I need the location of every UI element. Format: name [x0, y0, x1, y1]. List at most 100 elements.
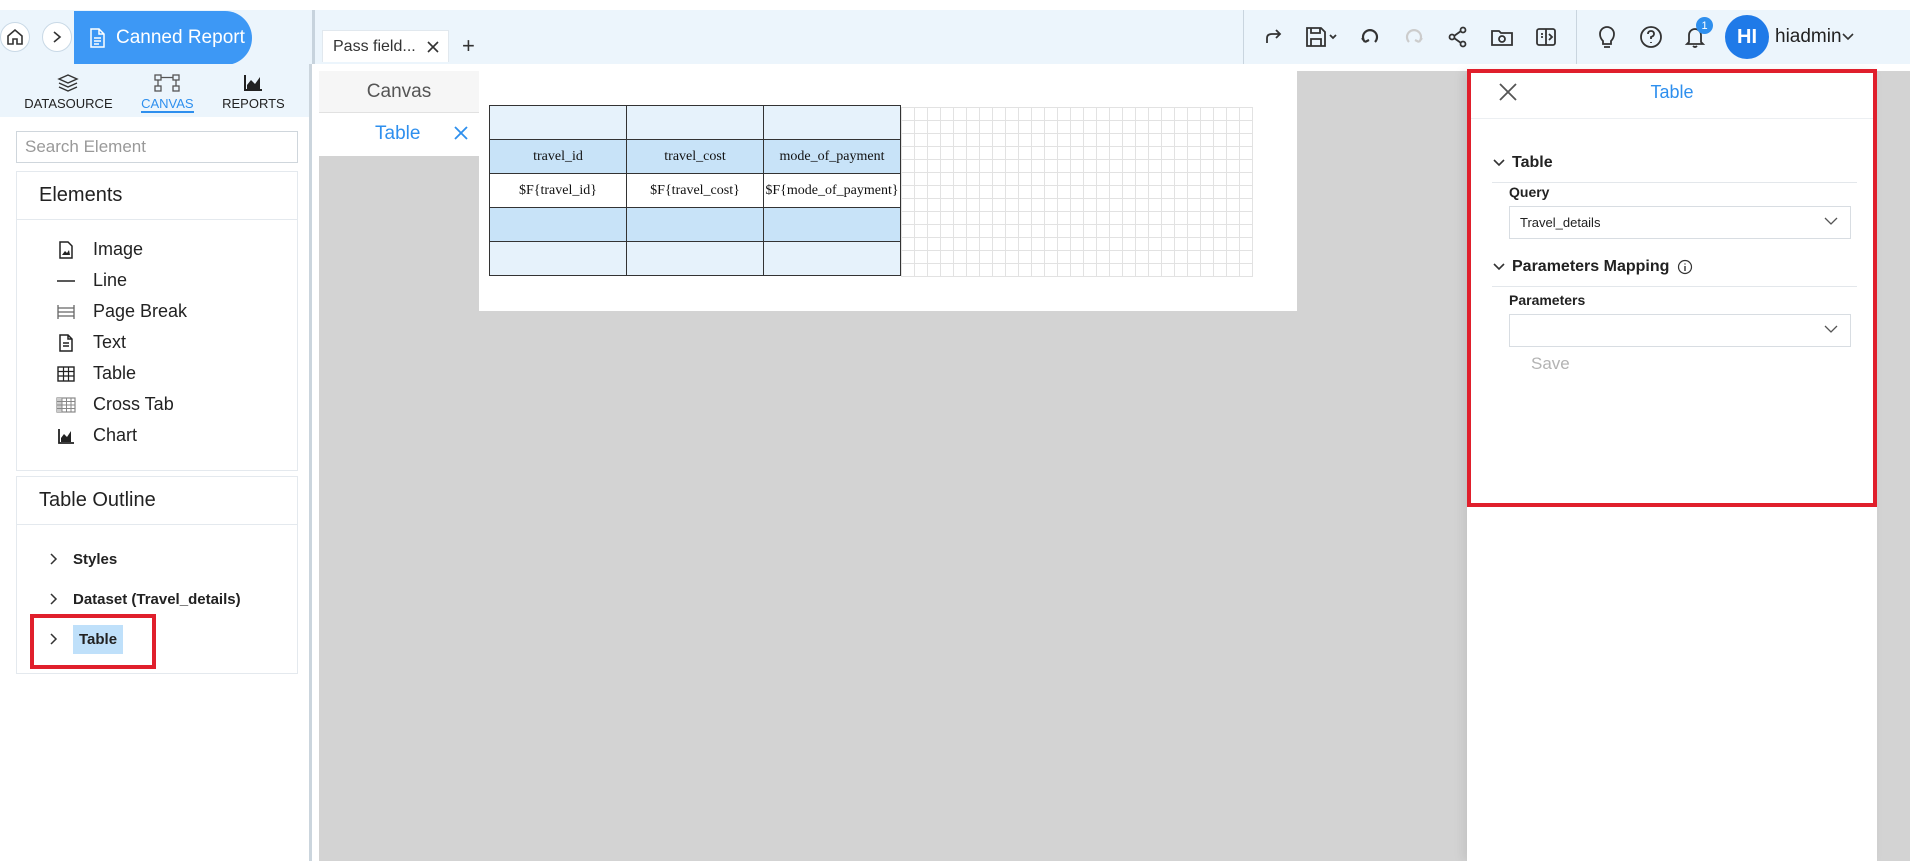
properties-highlight-box [1467, 69, 1877, 507]
field-cell[interactable]: $F{travel_id} [489, 173, 627, 208]
element-label: Cross Tab [93, 394, 174, 414]
add-tab-button[interactable]: + [462, 34, 475, 58]
table-cell[interactable] [489, 241, 627, 276]
chevron-right-icon [50, 593, 58, 605]
tab-canvas-view[interactable]: Canvas [319, 71, 479, 113]
breadcrumb-expand-button[interactable] [42, 22, 72, 52]
divider [312, 10, 315, 64]
outline-highlight-box [30, 614, 156, 669]
redo-icon [1405, 29, 1423, 43]
close-icon[interactable] [453, 125, 469, 141]
table-cell[interactable] [489, 105, 627, 140]
avatar[interactable]: HI [1725, 15, 1769, 59]
element-table[interactable]: Table [55, 358, 297, 389]
share-button[interactable] [1436, 15, 1480, 59]
table-row [489, 207, 901, 242]
table-cell[interactable] [626, 207, 764, 242]
tab-datasource[interactable]: DATASOURCE [24, 74, 113, 117]
top-header: Canned Report Pass field... + 1 HI hiadm… [0, 10, 1910, 65]
breadcrumb-current[interactable]: Canned Report [74, 11, 252, 65]
left-sidebar: DATASOURCE CANVAS REPORTS Elements Image… [0, 64, 312, 861]
toolbar: 1 HI hiadmin [1235, 10, 1854, 64]
element-label: Page Break [93, 301, 188, 321]
tips-button[interactable] [1585, 15, 1629, 59]
element-label: Image [93, 239, 144, 259]
chevron-right-icon [50, 553, 58, 565]
table-icon [57, 365, 75, 382]
notification-badge: 1 [1696, 17, 1713, 34]
tab-reports-label: REPORTS [222, 96, 285, 111]
panel-toggle-button[interactable] [1524, 15, 1568, 59]
field-cell[interactable]: $F{mode_of_payment} [763, 173, 901, 208]
outline-item-styles[interactable]: Styles [43, 539, 297, 579]
canvas-tabs: Canvas Table [319, 71, 479, 156]
column-header[interactable]: travel_cost [626, 139, 764, 174]
help-icon [1640, 26, 1662, 48]
save-icon [1306, 27, 1337, 47]
element-label: Line [93, 270, 128, 290]
user-menu-button[interactable]: hiadmin [1775, 26, 1854, 48]
element-line[interactable]: Line [55, 265, 297, 296]
table-detail-row: $F{travel_id} $F{travel_cost} $F{mode_of… [489, 173, 901, 208]
redo-button[interactable] [1392, 15, 1436, 59]
search-element-input[interactable] [16, 131, 298, 163]
column-header[interactable]: travel_id [489, 139, 627, 174]
panel-toggle-icon [1536, 28, 1556, 46]
forward-arrow-icon [1266, 29, 1282, 43]
table-outline-title: Table Outline [17, 477, 297, 525]
column-header[interactable]: mode_of_payment [763, 139, 901, 174]
help-button[interactable] [1629, 15, 1673, 59]
elements-panel: Elements Image Line Page Break Text Tabl… [16, 171, 298, 471]
table-cell[interactable] [626, 241, 764, 276]
table-cell[interactable] [626, 105, 764, 140]
snapshot-button[interactable] [1480, 15, 1524, 59]
lightbulb-icon [1599, 26, 1615, 48]
table-cell[interactable] [489, 207, 627, 242]
element-image[interactable]: Image [55, 234, 297, 265]
report-tab[interactable]: Pass field... [322, 30, 449, 62]
image-icon [59, 240, 73, 259]
report-table[interactable]: travel_id travel_cost mode_of_payment $F… [489, 105, 901, 276]
element-page-break[interactable]: Page Break [55, 296, 297, 327]
reports-icon [244, 75, 263, 91]
element-label: Table [93, 363, 137, 383]
outline-item-dataset[interactable]: Dataset (Travel_details) [43, 579, 297, 619]
report-tab-label: Pass field... [333, 37, 416, 55]
close-icon[interactable] [426, 40, 440, 54]
tab-datasource-label: DATASOURCE [24, 96, 113, 111]
element-cross-tab[interactable]: Cross Tab [55, 389, 297, 420]
outline-label: Styles [73, 550, 118, 568]
toolbar-divider [1576, 10, 1577, 64]
outline-label: Dataset (Travel_details) [73, 590, 241, 608]
tab-reports[interactable]: REPORTS [222, 74, 285, 117]
element-text[interactable]: Text [55, 327, 297, 358]
table-row [489, 241, 901, 276]
share-icon [1448, 26, 1467, 48]
field-cell[interactable]: $F{travel_cost} [626, 173, 764, 208]
tab-canvas-label: CANVAS [141, 96, 194, 113]
table-row [489, 105, 901, 140]
table-cell[interactable] [763, 207, 901, 242]
undo-icon [1361, 29, 1379, 43]
tab-canvas[interactable]: CANVAS [141, 74, 194, 117]
elements-title: Elements [17, 172, 297, 220]
sidebar-tabs: DATASOURCE CANVAS REPORTS [0, 64, 309, 117]
home-button[interactable] [0, 22, 30, 52]
save-menu-button[interactable] [1296, 15, 1348, 59]
tab-table-label: Table [375, 123, 421, 144]
table-header-row: travel_id travel_cost mode_of_payment [489, 139, 901, 174]
breadcrumb-label: Canned Report [116, 27, 245, 48]
home-icon [7, 28, 23, 45]
chevron-down-icon [1841, 33, 1854, 41]
tab-table-view[interactable]: Table [319, 113, 479, 155]
element-chart[interactable]: Chart [55, 420, 297, 451]
notifications-button[interactable]: 1 [1673, 15, 1717, 59]
undo-button[interactable] [1348, 15, 1392, 59]
document-icon [90, 28, 105, 48]
text-icon [59, 333, 73, 352]
redirect-button[interactable] [1252, 15, 1296, 59]
canvas-grid [901, 107, 1253, 277]
page-break-icon [57, 304, 75, 319]
table-cell[interactable] [763, 241, 901, 276]
table-cell[interactable] [763, 105, 901, 140]
